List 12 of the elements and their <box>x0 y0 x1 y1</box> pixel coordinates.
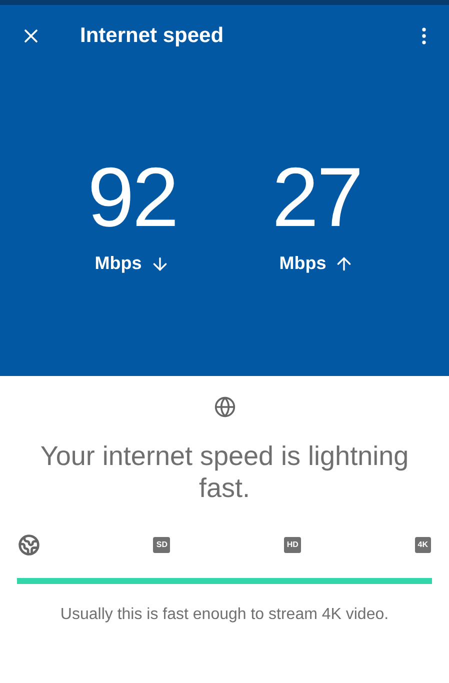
result-caption: Usually this is fast enough to stream 4K video. <box>60 606 389 624</box>
quality-badge: 4K <box>414 537 431 553</box>
speed-value: 92 <box>88 155 177 239</box>
speed-value: 27 <box>272 155 362 239</box>
quality-badge: HD <box>284 537 302 553</box>
toolbar-title: Internet speed <box>80 24 225 48</box>
speed-unit: Mbps <box>94 253 142 274</box>
quality-badge: SD <box>153 537 170 553</box>
result-message: Your internet speed is lightning fast. <box>39 440 410 504</box>
globe-icon <box>214 396 236 418</box>
globe-icon <box>18 534 40 556</box>
speed-unit: Mbps <box>279 253 326 274</box>
